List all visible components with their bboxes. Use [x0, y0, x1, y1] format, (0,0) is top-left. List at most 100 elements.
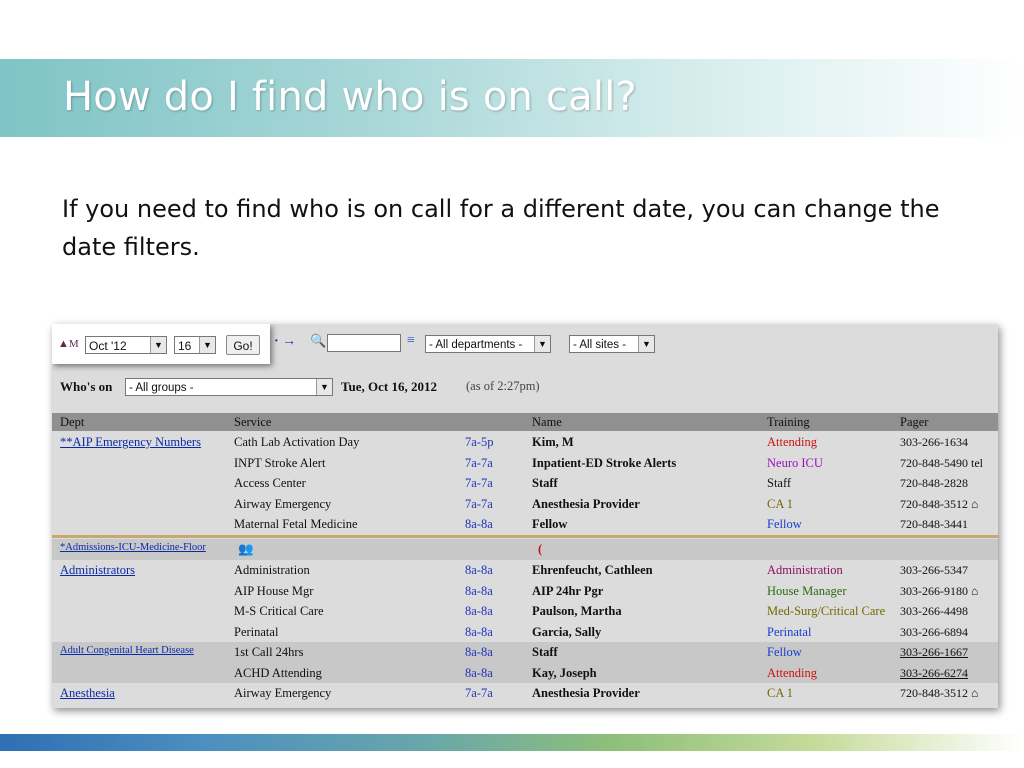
department-select[interactable]: - All departments - ▼: [425, 335, 551, 353]
time-cell: 8a-8a: [465, 517, 493, 531]
table-row: INPT Stroke Alert 7a-7a Inpatient-ED Strok…: [52, 453, 998, 474]
training-cell: House Manager: [767, 584, 847, 598]
training-cell: Attending: [767, 666, 817, 680]
time-cell: 7a-5p: [465, 435, 494, 449]
pager-cell: 303-266-4498: [900, 604, 968, 618]
name-cell: Kay, Joseph: [532, 666, 597, 680]
chevron-down-icon: ▼: [150, 337, 166, 353]
date-filter-highlight: ▲M Oct '12 ▼ 16 ▼ Go!: [52, 324, 270, 364]
time-cell: 8a-8a: [465, 645, 493, 659]
time-cell: 8a-8a: [465, 666, 493, 680]
slide-body-text: If you need to find who is on call for a…: [62, 195, 940, 261]
footer-gradient-bar: [0, 734, 1024, 751]
list-icon[interactable]: ≡: [407, 333, 415, 349]
time-cell: 8a-8a: [465, 625, 493, 639]
pager-cell[interactable]: 303-266-6274: [900, 666, 968, 681]
training-cell: Fellow: [767, 645, 802, 659]
department-select-value: - All departments -: [429, 339, 523, 351]
col-name: Name: [532, 415, 562, 429]
home-icon[interactable]: ▲M: [58, 338, 79, 350]
name-cell: Ehrenfeucht, Cathleen: [532, 563, 653, 577]
table-row: Anesthesia Airway Emergency 7a-7a Anesthesi…: [52, 683, 998, 704]
col-pager: Pager: [900, 415, 929, 429]
pager-cell[interactable]: 303-266-1667: [900, 645, 968, 660]
training-cell: Fellow: [767, 517, 802, 531]
pager-cell: 720-848-5490 tel: [900, 456, 983, 470]
training-cell: Administration: [767, 563, 843, 577]
month-select-value: Oct '12: [89, 339, 127, 353]
name-cell: (: [538, 542, 543, 556]
training-cell: CA 1: [767, 497, 794, 511]
name-cell: Kim, M: [532, 435, 574, 449]
col-service: Service: [234, 415, 272, 429]
month-select[interactable]: Oct '12 ▼: [85, 336, 167, 354]
table-row: AIP House Mgr 8a-8a AIP 24hr Pgr House Mana…: [52, 581, 998, 602]
groups-select[interactable]: - All groups - ▼: [125, 378, 333, 396]
training-cell: Attending: [767, 435, 817, 449]
service-cell: Administration: [234, 563, 310, 577]
pager-cell: 303-266-6894: [900, 625, 968, 639]
name-cell: Staff: [532, 476, 558, 490]
table-row: Access Center 7a-7a Staff Staff 720-848-2828: [52, 473, 998, 494]
search-input[interactable]: [327, 334, 401, 352]
service-cell: Maternal Fetal Medicine: [234, 517, 358, 531]
pager-cell: 720-848-3512 ⌂: [900, 686, 979, 700]
col-training: Training: [767, 415, 810, 429]
table-row: Perinatal 8a-8a Garcia, Sally Perinatal 303-…: [52, 622, 998, 643]
time-cell: 8a-8a: [465, 584, 493, 598]
time-cell: 8a-8a: [465, 604, 493, 618]
as-of-time: (as of 2:27pm): [466, 379, 540, 393]
chevron-down-icon: ▼: [316, 379, 332, 395]
service-cell: 1st Call 24hrs: [234, 645, 304, 659]
chevron-down-icon: ▼: [638, 336, 654, 352]
time-cell: 7a-7a: [465, 476, 493, 490]
table-row: Adult Congenital Heart Disease 1st Call 2…: [52, 642, 998, 663]
dept-link[interactable]: Administrators: [60, 563, 135, 578]
binoculars-icon[interactable]: 👥: [238, 542, 254, 557]
table-header: Dept Service Name Training Pager: [52, 413, 998, 431]
whos-on-row: Who's on - All groups - ▼ Tue, Oct 16, 2…: [60, 376, 990, 398]
go-button[interactable]: Go!: [226, 335, 260, 355]
name-cell: Paulson, Martha: [532, 604, 622, 618]
dept-link[interactable]: *Admissions-ICU-Medicine-Floor: [60, 542, 206, 553]
name-cell: Anesthesia Provider: [532, 686, 640, 700]
name-cell: Fellow: [532, 517, 568, 531]
name-cell: Anesthesia Provider: [532, 497, 640, 511]
day-select[interactable]: 16 ▼: [174, 336, 216, 354]
training-cell: CA 1: [767, 686, 794, 700]
service-cell: Cath Lab Activation Day: [234, 435, 360, 449]
time-cell: 7a-7a: [465, 686, 493, 700]
time-cell: 7a-7a: [465, 456, 493, 470]
name-cell: Garcia, Sally: [532, 625, 602, 639]
service-cell: Perinatal: [234, 625, 279, 639]
dept-link[interactable]: **AIP Emergency Numbers: [60, 435, 201, 450]
pager-cell: 720-848-3441: [900, 517, 968, 531]
time-cell: 7a-7a: [465, 497, 493, 511]
day-select-value: 16: [178, 339, 192, 353]
current-date: Tue, Oct 16, 2012: [341, 379, 437, 394]
table-row: Maternal Fetal Medicine 8a-8a Fellow Fellow…: [52, 514, 998, 535]
search-icon[interactable]: 🔍: [310, 333, 326, 349]
slide-title: How do I find who is on call?: [63, 74, 637, 120]
table-row: **AIP Emergency Numbers Cath Lab Activati…: [52, 432, 998, 453]
row-separator: [52, 535, 998, 538]
name-cell: AIP 24hr Pgr: [532, 584, 604, 598]
next-arrow-icon[interactable]: · →: [274, 334, 296, 350]
name-cell: Inpatient-ED Stroke Alerts: [532, 456, 677, 470]
service-cell: Airway Emergency: [234, 686, 332, 700]
dept-link[interactable]: Anesthesia: [60, 686, 115, 701]
chevron-down-icon: ▼: [199, 337, 215, 353]
pager-cell: 303-266-9180 ⌂: [900, 584, 979, 598]
dept-link[interactable]: Adult Congenital Heart Disease: [60, 645, 194, 656]
pager-cell: 303-266-5347: [900, 563, 968, 577]
training-cell: Med-Surg/Critical Care: [767, 604, 886, 618]
toolbar: ▲M Oct '12 ▼ 16 ▼ Go! · → 🔍 ≡ - All depa…: [52, 324, 998, 364]
chevron-down-icon: ▼: [534, 336, 550, 352]
table-row: M-S Critical Care 8a-8a Paulson, Martha Med…: [52, 601, 998, 622]
sites-select[interactable]: - All sites - ▼: [569, 335, 655, 353]
table-row: *Admissions-ICU-Medicine-Floor 👥 (: [52, 539, 998, 560]
pager-cell: 303-266-1634: [900, 435, 968, 449]
training-cell: Neuro ICU: [767, 456, 823, 470]
service-cell: AIP House Mgr: [234, 584, 314, 598]
service-cell: ACHD Attending: [234, 666, 322, 680]
